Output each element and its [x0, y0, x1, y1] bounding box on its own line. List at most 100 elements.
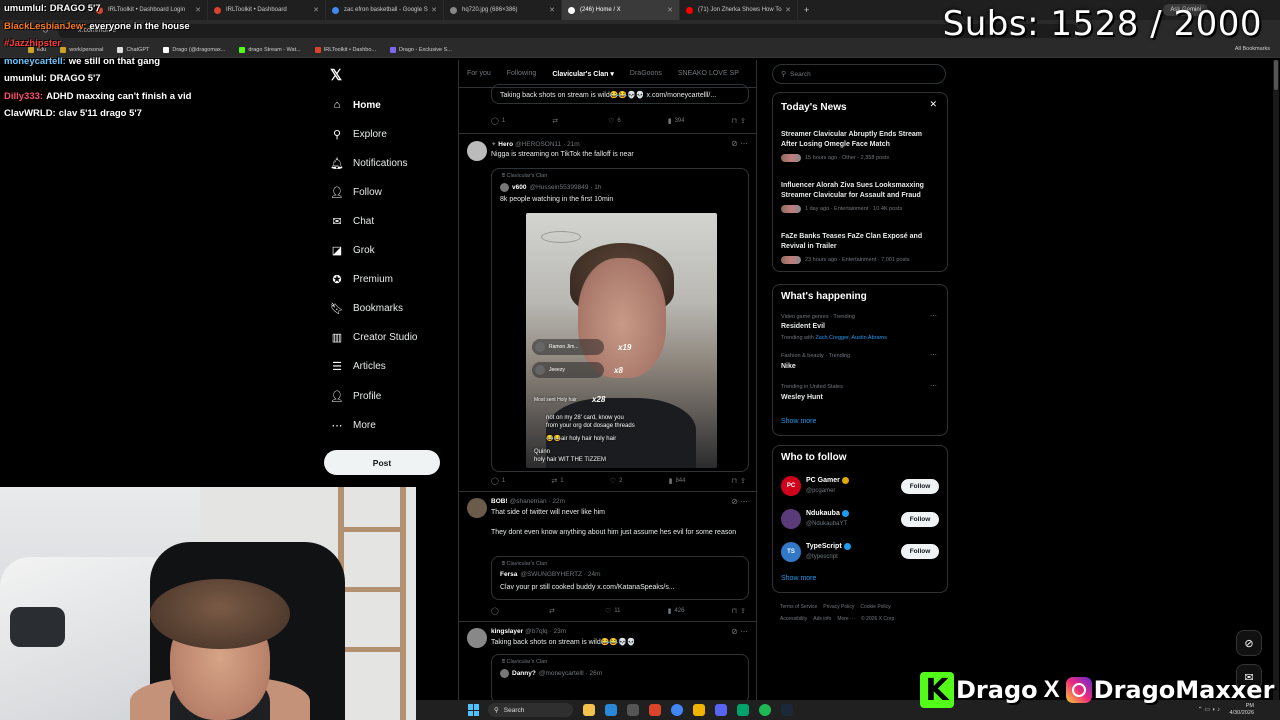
video-player[interactable]: Ramon Jim... x19 Jeeezy x8 Most sent Hol… — [526, 213, 717, 468]
nav-chat[interactable]: ✉ Chat — [330, 212, 374, 230]
more-icon[interactable]: ⋯ — [930, 312, 937, 320]
footer-link[interactable]: More ··· — [837, 616, 855, 622]
x-logo-icon[interactable]: 𝕏 — [330, 66, 342, 84]
follow-button[interactable]: Follow — [901, 479, 939, 494]
avatar[interactable] — [467, 628, 487, 648]
follow-button[interactable]: Follow — [901, 512, 939, 527]
search-input[interactable]: ⚲ Search — [772, 64, 946, 84]
retweet-button[interactable]: ⇄ — [552, 116, 561, 126]
nav-grok[interactable]: ◪ Grok — [330, 241, 375, 259]
author-name[interactable]: BOB! — [491, 498, 508, 505]
all-bookmarks-button[interactable]: All Bookmarks — [1235, 46, 1270, 52]
follow-button[interactable]: Follow — [901, 544, 939, 559]
like-button[interactable]: ♡ 11 — [605, 606, 621, 616]
nav-home[interactable]: ⌂ Home — [330, 96, 381, 114]
tweet-partial[interactable]: Taking back shots on stream is wild😂😂💀💀 … — [459, 84, 756, 134]
browser-tab-active[interactable]: (246) Home / X ✕ — [562, 0, 680, 20]
author-name[interactable]: kingslayer — [491, 628, 523, 635]
chrome-icon[interactable] — [671, 704, 683, 716]
taskbar-app-icon[interactable] — [737, 704, 749, 716]
account-name[interactable]: TypeScript — [806, 543, 851, 550]
views-button[interactable]: ▮ 394 — [668, 116, 685, 126]
nav-notifications[interactable]: 🔔︎ Notifications — [330, 154, 407, 172]
taskbar-app-icon[interactable] — [649, 704, 661, 716]
browser-tab[interactable]: (71) Jon Zherka Shows How To ✕ — [680, 0, 798, 20]
nav-bookmarks[interactable]: 🔖︎ Bookmarks — [330, 299, 403, 317]
news-headline[interactable]: FaZe Banks Teases FaZe Clan Exposé and R… — [781, 232, 939, 251]
page-scrollbar[interactable] — [1273, 60, 1279, 700]
taskbar-app-icon[interactable] — [605, 704, 617, 716]
show-more-link[interactable]: Show more — [781, 575, 816, 582]
avatar[interactable] — [467, 498, 487, 518]
taskbar-app-icon[interactable] — [627, 704, 639, 716]
share-button[interactable]: ⊓ ⇪ — [732, 476, 749, 486]
grok-more-icon[interactable]: ⊘ ⋯ — [731, 139, 748, 148]
trend-name[interactable]: Wesley Hunt — [781, 394, 823, 401]
tweet[interactable]: ✦ Hero @HEROSON11 · 21m ⊘ ⋯ Nigga is stre… — [459, 134, 756, 492]
views-button[interactable]: ▮ 844 — [669, 476, 686, 486]
more-icon[interactable]: ⋯ — [930, 382, 937, 390]
avatar[interactable]: TS — [781, 542, 801, 562]
tab-sneako[interactable]: SNEAKO LOVE SP — [678, 70, 739, 77]
avatar[interactable] — [781, 509, 801, 529]
tab-dragoons[interactable]: DraGoons — [630, 70, 662, 77]
retweet-button[interactable]: ⇄ — [549, 606, 558, 616]
scroll-thumb[interactable] — [1274, 60, 1278, 90]
nav-premium[interactable]: ✪ Premium — [330, 270, 393, 288]
account-name[interactable]: Ndukauba — [806, 510, 849, 517]
discord-icon[interactable] — [715, 704, 727, 716]
tweet[interactable]: BOB! @shanetrian · 22m ⊘ ⋯ That side of t… — [459, 492, 756, 622]
tab-close-icon[interactable]: ✕ — [667, 6, 673, 14]
grok-more-icon[interactable]: ⊘ ⋯ — [731, 627, 748, 636]
tab-claviculars-clan[interactable]: Clavicular's Clan ▾ — [552, 70, 614, 78]
account-name[interactable]: PC Gamer — [806, 477, 849, 484]
nav-creator-studio[interactable]: ▥ Creator Studio — [330, 328, 418, 346]
windows-start-icon[interactable] — [468, 704, 480, 716]
taskbar-app-icon[interactable] — [583, 704, 595, 716]
share-button[interactable]: ⊓ ⇪ — [732, 606, 749, 616]
reply-button[interactable]: ◯ 1 — [491, 476, 505, 486]
avatar[interactable]: PC — [781, 476, 801, 496]
tab-for-you[interactable]: For you — [467, 70, 491, 77]
trend-name[interactable]: Nike — [781, 363, 796, 370]
spotify-icon[interactable] — [759, 704, 771, 716]
quote-tweet[interactable]: Taking back shots on stream is wild😂😂💀💀 … — [491, 84, 749, 104]
grok-float-icon[interactable]: ⊘ — [1236, 630, 1262, 656]
retweet-button[interactable]: ⇄ 1 — [551, 476, 563, 486]
close-icon[interactable]: ✕ — [929, 99, 937, 110]
quote-tweet[interactable]: ⩩ Clavicular's Clan Fersa @SWUNGBYHERTZ ·… — [491, 556, 749, 600]
trend-name[interactable]: Resident Evil — [781, 323, 825, 330]
views-button[interactable]: ▮ 426 — [668, 606, 685, 616]
grok-more-icon[interactable]: ⊘ ⋯ — [731, 497, 748, 506]
quote-tweet[interactable]: ⩩ Clavicular's Clan Danny? @moneycartelll… — [491, 654, 749, 700]
news-headline[interactable]: Influencer Alorah Ziva Sues Looksmaxxing… — [781, 181, 939, 200]
show-more-link[interactable]: Show more — [781, 418, 816, 425]
file-explorer-icon[interactable] — [693, 704, 705, 716]
tab-close-icon[interactable]: ✕ — [549, 6, 555, 14]
news-headline[interactable]: Streamer Clavicular Abruptly Ends Stream… — [781, 130, 939, 149]
nav-more[interactable]: ⋯ More — [330, 416, 376, 434]
footer-link[interactable]: Terms of Service — [780, 604, 817, 610]
footer-link[interactable]: Ads info — [813, 616, 831, 622]
footer-link[interactable]: Privacy Policy — [823, 604, 854, 610]
footer-link[interactable]: Accessibility — [780, 616, 807, 622]
like-button[interactable]: ♡ 6 — [608, 116, 621, 126]
reply-button[interactable]: ◯ — [491, 606, 502, 616]
footer-link[interactable]: Cookie Policy — [860, 604, 890, 610]
bookmark-item[interactable]: Drago - Exclusive S... — [389, 46, 452, 53]
tweet[interactable]: kingslayer @b7qlq · 23m ⊘ ⋯ Taking back s… — [459, 622, 756, 700]
steam-icon[interactable] — [781, 704, 793, 716]
browser-tab[interactable]: zac efron basketball - Google S ✕ — [326, 0, 444, 20]
nav-articles[interactable]: ☰ Articles — [330, 357, 386, 375]
tab-following[interactable]: Following — [507, 70, 537, 77]
tab-close-icon[interactable]: ✕ — [431, 6, 437, 14]
post-button[interactable]: Post — [324, 450, 440, 475]
more-icon[interactable]: ⋯ — [930, 351, 937, 359]
like-button[interactable]: ♡ 2 — [610, 476, 623, 486]
nav-follow[interactable]: 👤︎ Follow — [330, 183, 382, 201]
browser-tab[interactable]: hq720.jpg (686×386) ✕ — [444, 0, 562, 20]
taskbar-search[interactable]: ⚲ Search — [488, 703, 573, 717]
quote-tweet[interactable]: ⩩ Clavicular's Clan v600 @Hussein55399849… — [491, 168, 749, 472]
avatar[interactable] — [467, 141, 487, 161]
nav-profile[interactable]: 👤︎ Profile — [330, 387, 381, 405]
